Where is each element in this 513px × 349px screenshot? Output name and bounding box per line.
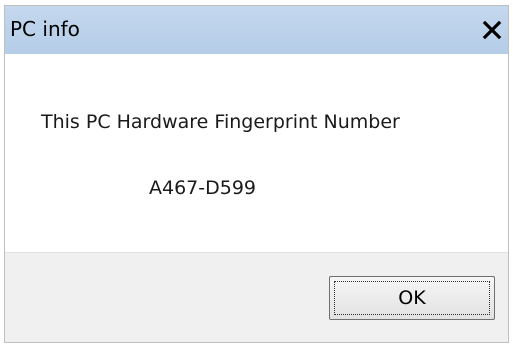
close-button[interactable] <box>479 17 505 43</box>
title-bar[interactable]: PC info <box>5 6 508 54</box>
info-message: This PC Hardware Fingerprint Number <box>41 111 400 133</box>
window-title: PC info <box>10 17 80 41</box>
ok-button[interactable]: OK <box>329 276 495 320</box>
close-icon <box>482 20 502 40</box>
fingerprint-number: A467-D599 <box>149 177 257 199</box>
dialog-content: This PC Hardware Fingerprint Number A467… <box>5 54 508 252</box>
dialog-footer: OK <box>5 252 508 342</box>
ok-button-label: OK <box>398 287 426 309</box>
dialog-window: PC info This PC Hardware Fingerprint Num… <box>4 5 509 343</box>
